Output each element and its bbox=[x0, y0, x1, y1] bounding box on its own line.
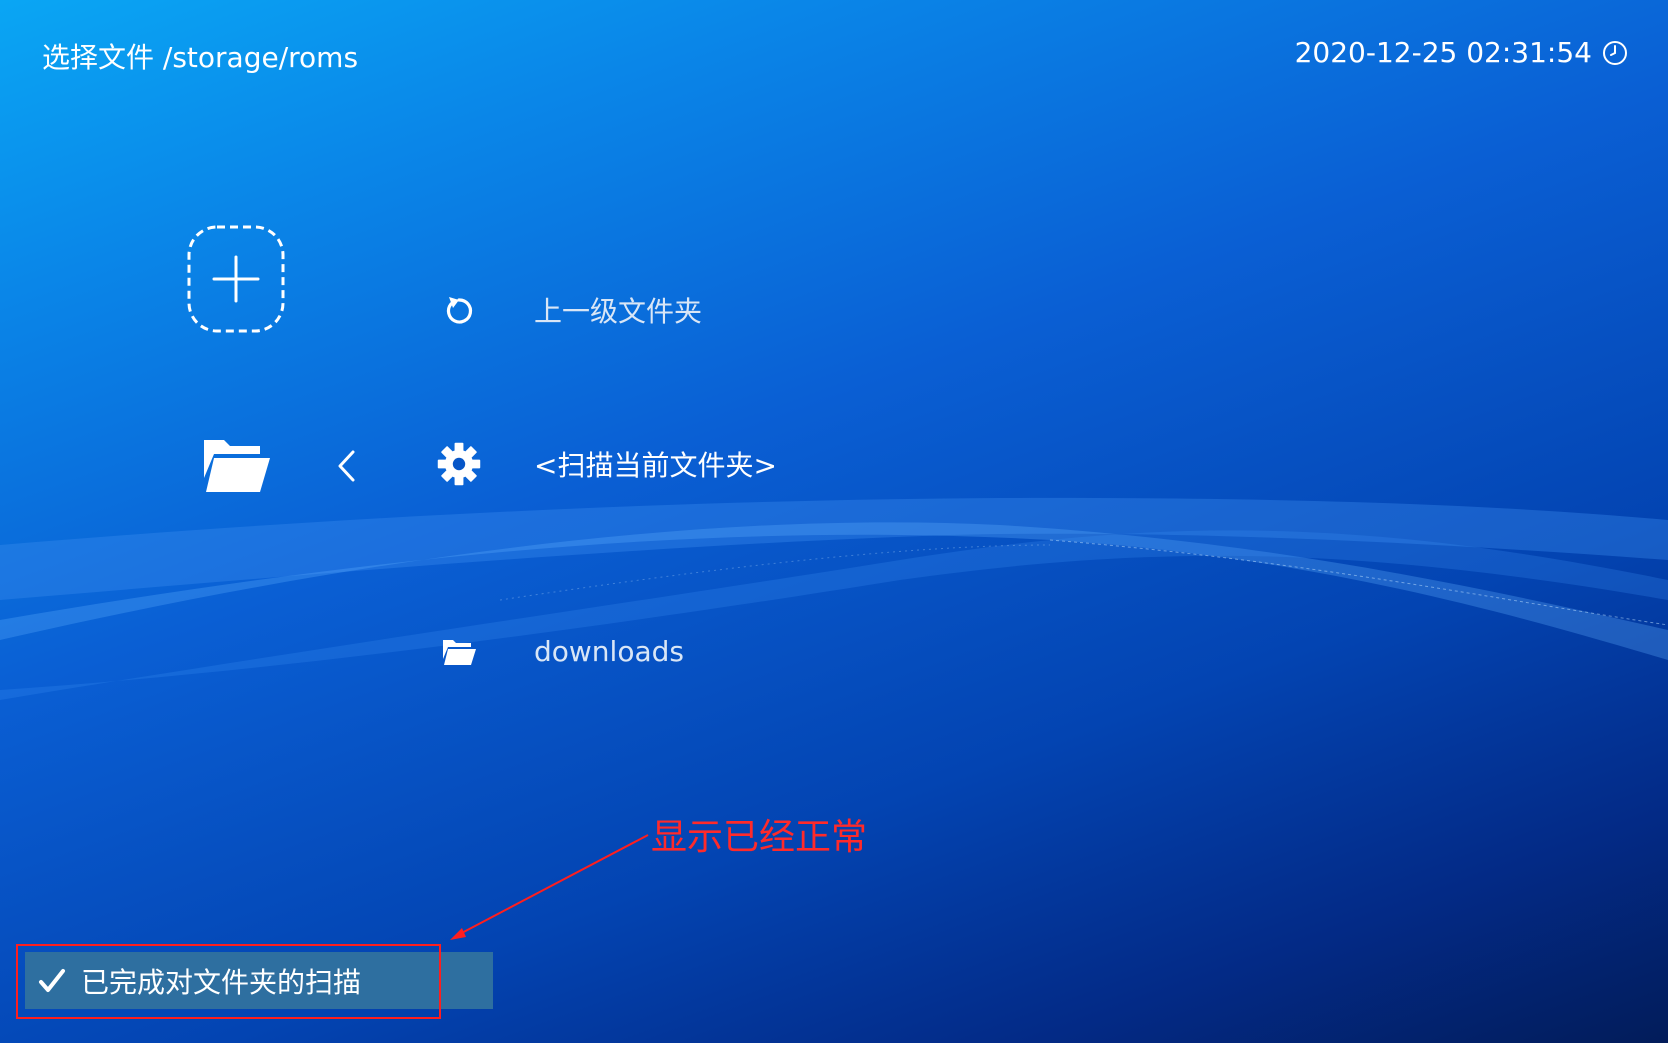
folder-icon bbox=[436, 628, 482, 674]
background-waves bbox=[0, 497, 1668, 700]
list-item-label: <扫描当前文件夹> bbox=[534, 449, 777, 482]
page-title: 选择文件 /storage/roms bbox=[42, 41, 359, 74]
datetime-text: 2020-12-25 02:31:54 bbox=[1294, 36, 1592, 69]
list-item-scan-folder[interactable]: <扫描当前文件夹> bbox=[436, 441, 777, 487]
list-item-parent-folder[interactable]: 上一级文件夹 bbox=[436, 287, 702, 333]
chevron-left-icon[interactable] bbox=[334, 446, 358, 486]
list-item-label: downloads bbox=[534, 634, 684, 668]
header-clock: 2020-12-25 02:31:54 bbox=[1295, 36, 1628, 69]
annotation-label: 显示已经正常 bbox=[651, 817, 868, 858]
list-item-downloads[interactable]: downloads bbox=[436, 628, 684, 674]
list-item-label: 上一级文件夹 bbox=[534, 295, 703, 328]
refresh-icon bbox=[436, 287, 482, 333]
annotation-highlight-box bbox=[16, 944, 441, 1019]
add-plus-icon[interactable] bbox=[186, 224, 286, 334]
clock-icon bbox=[1603, 40, 1627, 65]
gear-icon bbox=[436, 441, 482, 487]
folder-open-icon[interactable] bbox=[200, 432, 272, 494]
